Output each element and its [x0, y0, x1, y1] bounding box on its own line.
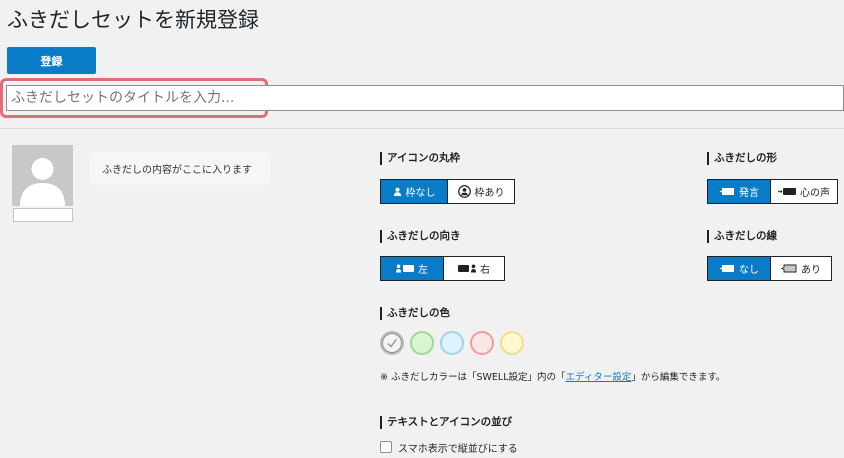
color-swatch-blue[interactable]	[440, 331, 464, 355]
color-label: ふきだしの色	[380, 307, 450, 320]
vertical-layout-checkbox[interactable]	[380, 441, 392, 453]
border-with-option[interactable]: あり	[770, 257, 831, 280]
avatar-name-field[interactable]	[13, 208, 73, 222]
color-swatch-red[interactable]	[470, 331, 494, 355]
editor-settings-link[interactable]: エディター設定	[566, 372, 632, 383]
person-circle-icon	[457, 185, 471, 198]
balloon-border-icon	[781, 264, 797, 273]
balloon-preview-text: ふきだしの内容がここに入ります	[102, 165, 252, 176]
color-swatch-yellow[interactable]	[500, 331, 524, 355]
balloon-preview: ふきだしの内容がここに入ります	[90, 152, 270, 185]
check-icon	[387, 338, 398, 348]
speech-balloon-icon	[719, 188, 734, 195]
direction-right-option[interactable]: 右	[443, 257, 504, 280]
person-icon	[393, 187, 401, 196]
person-icon	[20, 158, 65, 206]
avatar-placeholder[interactable]	[12, 145, 73, 206]
shape-thought-option[interactable]: 心の声	[770, 180, 837, 203]
register-button[interactable]: 登録	[7, 47, 96, 74]
right-balloon-icon	[458, 264, 476, 273]
border-none-option[interactable]: なし	[708, 257, 770, 280]
layout-order-label: テキストとアイコンの並び	[380, 416, 512, 429]
thought-balloon-icon	[778, 188, 796, 195]
balloon-no-border-icon	[719, 265, 734, 272]
vertical-layout-checkbox-label: スマホ表示で縦並びにする	[398, 444, 518, 455]
icon-frame-label: アイコンの丸枠	[380, 152, 460, 165]
direction-toggle: 左 右	[380, 256, 505, 281]
icon-frame-with-option[interactable]: 枠あり	[447, 180, 514, 203]
border-label: ふきだしの線	[707, 230, 777, 243]
title-input[interactable]	[6, 85, 844, 111]
direction-left-option[interactable]: 左	[381, 257, 443, 280]
shape-toggle: 発言 心の声	[707, 179, 838, 204]
page-title: ふきだしセットを新規登録	[7, 8, 259, 32]
divider	[0, 128, 844, 129]
border-toggle: なし あり	[707, 256, 832, 281]
shape-speech-option[interactable]: 発言	[708, 180, 770, 203]
icon-frame-none-option[interactable]: 枠なし	[381, 180, 447, 203]
color-note: ※ ふきだしカラーは「SWELL設定」内の「エディター設定」から編集できます。	[380, 372, 726, 383]
color-swatch-default[interactable]	[380, 331, 404, 355]
icon-frame-toggle: 枠なし 枠あり	[380, 179, 515, 204]
direction-label: ふきだしの向き	[380, 230, 461, 243]
left-balloon-icon	[396, 264, 414, 273]
shape-label: ふきだしの形	[707, 152, 777, 165]
color-swatch-green[interactable]	[410, 331, 434, 355]
